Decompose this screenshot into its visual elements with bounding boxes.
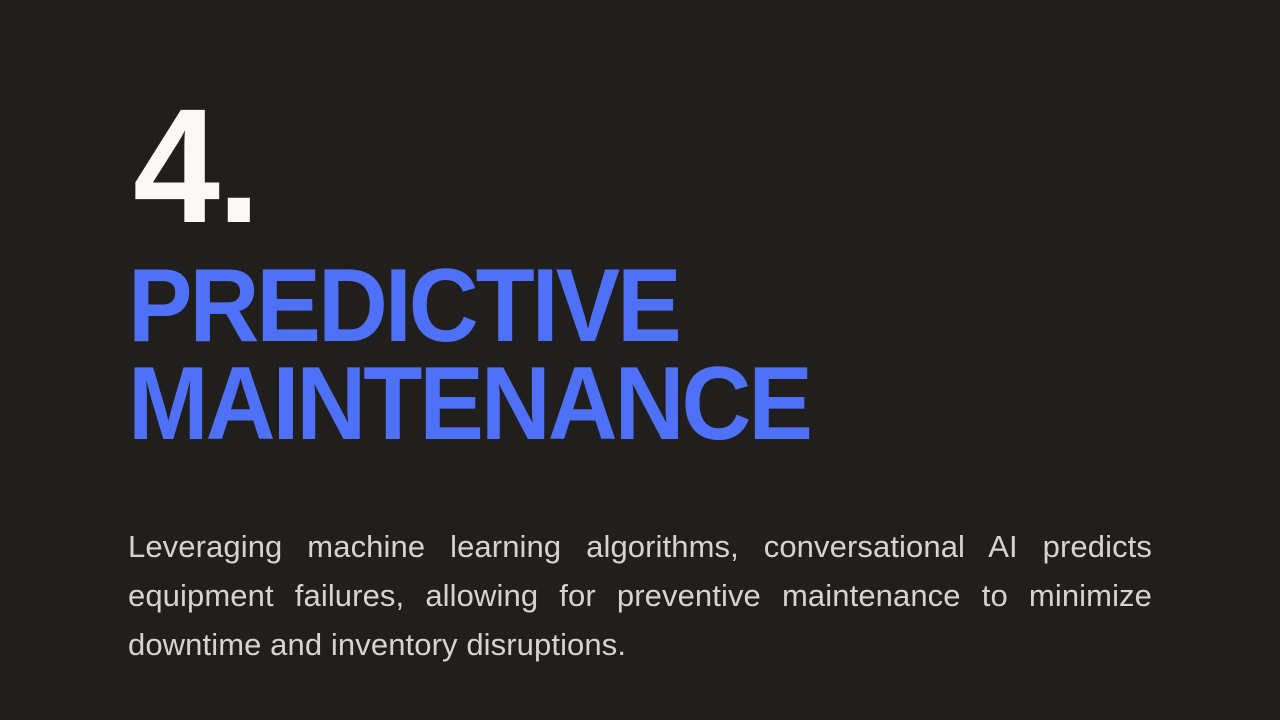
step-number: 4. <box>133 74 261 257</box>
page-title-line-1: PREDICTIVE <box>128 248 682 364</box>
slide-content: 4. PREDICTIVE MAINTENANCE Leveraging mac… <box>128 0 1152 720</box>
page-title: PREDICTIVE MAINTENANCE <box>128 248 1152 462</box>
page-title-line-2: MAINTENANCE <box>128 346 813 462</box>
body-paragraph: Leveraging machine learning algorithms, … <box>128 529 1152 662</box>
slide-canvas: 4. PREDICTIVE MAINTENANCE Leveraging mac… <box>0 0 1280 720</box>
